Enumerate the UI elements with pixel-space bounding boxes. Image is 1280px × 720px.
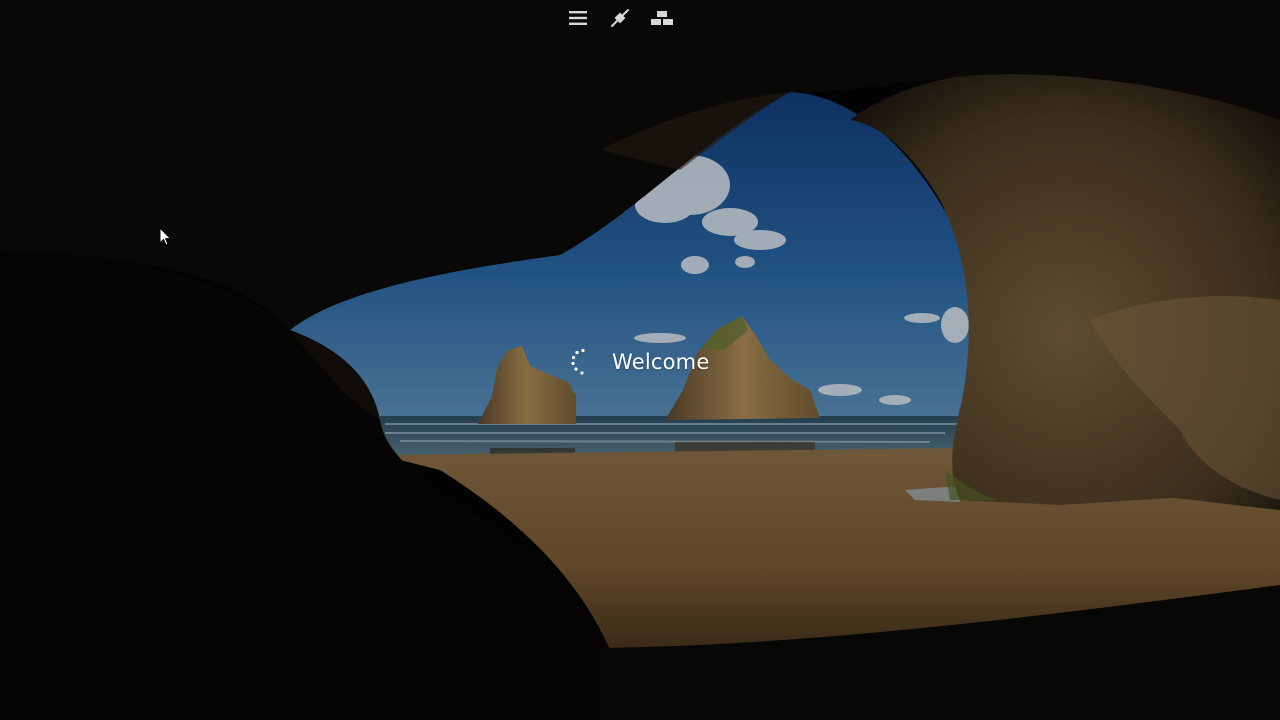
hamburger-menu-icon (569, 11, 587, 25)
welcome-status: Welcome (568, 340, 709, 384)
remote-toolbar (560, 4, 680, 32)
window-switch-button[interactable] (644, 4, 680, 32)
connection-button[interactable] (602, 4, 638, 32)
plug-icon (611, 9, 629, 27)
welcome-text: Welcome (612, 350, 710, 374)
loading-spinner-icon (571, 348, 585, 375)
window-switch-icon (651, 11, 673, 25)
hamburger-menu-button[interactable] (560, 4, 596, 32)
lock-screen: Welcome (0, 0, 1280, 720)
mouse-cursor-icon (159, 227, 172, 246)
